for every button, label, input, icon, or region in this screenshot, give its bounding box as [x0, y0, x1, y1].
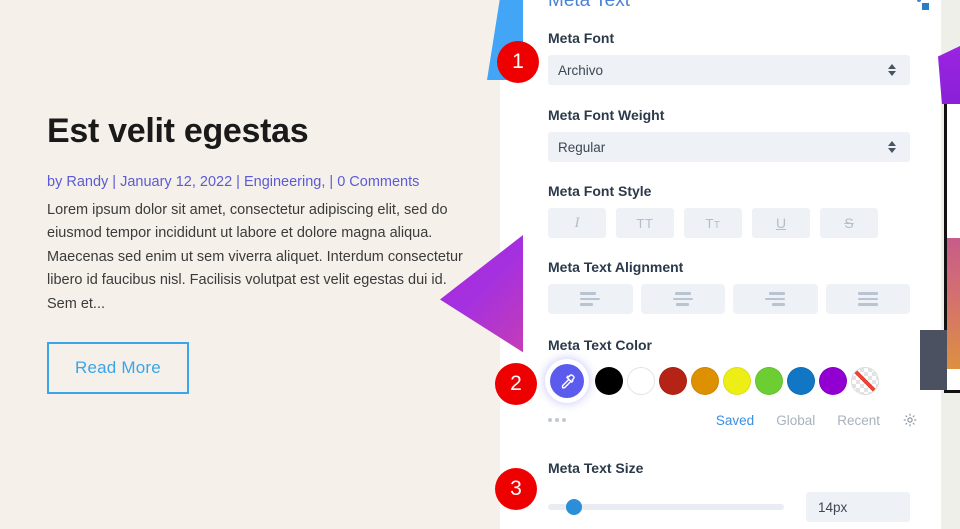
underline-button[interactable]: U [752, 208, 810, 238]
meta-font-weight-select[interactable]: Regular [548, 132, 910, 162]
small-caps-icon: TT [705, 215, 721, 231]
meta-text-alignment-label: Meta Text Alignment [548, 259, 684, 275]
meta-font-weight-field: Meta Font Weight Regular [548, 107, 910, 162]
tab-saved[interactable]: Saved [716, 413, 754, 428]
color-swatch-purple[interactable] [819, 367, 847, 395]
align-right-button[interactable] [733, 284, 818, 314]
tab-recent[interactable]: Recent [837, 413, 880, 428]
screenshot-root: Est velit egestas by Randy | January 12,… [0, 0, 960, 529]
uppercase-icon: TT [636, 215, 654, 231]
color-swatch-green[interactable] [755, 367, 783, 395]
annotation-badge-1: 1 [497, 41, 539, 83]
underline-icon: U [775, 215, 787, 231]
size-slider-row: 14px [548, 492, 938, 522]
color-source-tabs: Saved Global Recent [716, 412, 918, 428]
meta-text-color-field: Meta Text Color Saved Global Recent [548, 337, 938, 428]
italic-icon: I [574, 214, 580, 231]
settings-panel: Meta Text Meta Font Archivo Meta Font We… [523, 0, 941, 529]
meta-font-weight-label: Meta Font Weight [548, 107, 665, 123]
align-center-icon [672, 292, 693, 306]
color-swatch-row [548, 362, 938, 400]
align-left-button[interactable] [548, 284, 633, 314]
font-style-button-row: I TT TT U S [548, 208, 910, 238]
strikethrough-button[interactable]: S [820, 208, 878, 238]
eyedropper-icon [550, 364, 584, 398]
annotation-badge-3: 3 [495, 468, 537, 510]
annotation-badge-2: 2 [495, 363, 537, 405]
color-toolbar: Saved Global Recent [548, 412, 918, 428]
small-caps-button[interactable]: TT [684, 208, 742, 238]
align-justify-icon [857, 292, 878, 306]
align-justify-button[interactable] [825, 284, 910, 314]
annotation-badge-1-number: 1 [512, 50, 524, 73]
meta-text-alignment-field: Meta Text Alignment [548, 259, 910, 314]
chevron-updown-icon [888, 141, 896, 153]
meta-text-size-slider[interactable] [548, 499, 784, 515]
chevron-updown-icon [888, 64, 896, 76]
color-swatch-blue[interactable] [787, 367, 815, 395]
strikethrough-icon: S [844, 215, 854, 231]
gear-icon[interactable] [902, 412, 918, 428]
align-right-icon [765, 292, 786, 306]
right-edge-dark-block [920, 330, 947, 390]
ellipsis-icon[interactable] [548, 418, 566, 422]
slider-thumb[interactable] [566, 499, 582, 515]
annotation-badge-2-number: 2 [510, 372, 522, 395]
post-meta-line[interactable]: by Randy | January 12, 2022 | Engineerin… [47, 172, 477, 192]
eyedropper-button[interactable] [548, 362, 586, 400]
uppercase-button[interactable]: TT [616, 208, 674, 238]
panel-title-marker-icon [917, 0, 921, 2]
post-content: Est velit egestas by Randy | January 12,… [47, 112, 477, 395]
meta-text-size-label: Meta Text Size [548, 460, 644, 476]
color-swatch-orange[interactable] [691, 367, 719, 395]
color-swatch-black[interactable] [595, 367, 623, 395]
italic-button[interactable]: I [548, 208, 606, 238]
blue-marker-icon [922, 3, 929, 10]
meta-font-weight-value: Regular [558, 139, 606, 155]
tab-global[interactable]: Global [776, 413, 815, 428]
meta-font-field: Meta Font Archivo [548, 30, 910, 85]
meta-font-label: Meta Font [548, 30, 615, 46]
align-left-icon [580, 292, 601, 306]
color-swatch-white[interactable] [627, 367, 655, 395]
color-swatch-red[interactable] [659, 367, 687, 395]
meta-text-color-label: Meta Text Color [548, 337, 652, 353]
color-swatch-transparent[interactable] [851, 367, 879, 395]
panel-title: Meta Text [548, 0, 631, 11]
right-edge-image [947, 238, 960, 369]
meta-font-style-label: Meta Font Style [548, 183, 652, 199]
meta-text-size-value: 14px [818, 499, 848, 515]
meta-text-size-field: Meta Text Size 14px [548, 460, 938, 522]
alignment-button-row [548, 284, 910, 314]
color-swatch-yellow[interactable] [723, 367, 751, 395]
meta-text-size-input[interactable]: 14px [806, 492, 910, 522]
read-more-button[interactable]: Read More [47, 342, 189, 395]
align-center-button[interactable] [640, 284, 725, 314]
page-title: Est velit egestas [47, 112, 309, 150]
post-excerpt: Lorem ipsum dolor sit amet, consectetur … [47, 201, 463, 312]
blog-post-preview: Est velit egestas by Randy | January 12,… [0, 0, 500, 529]
meta-font-select[interactable]: Archivo [548, 55, 910, 85]
meta-font-style-field: Meta Font Style I TT TT U S [548, 183, 910, 238]
annotation-badge-3-number: 3 [510, 477, 522, 500]
meta-font-value: Archivo [558, 62, 604, 78]
